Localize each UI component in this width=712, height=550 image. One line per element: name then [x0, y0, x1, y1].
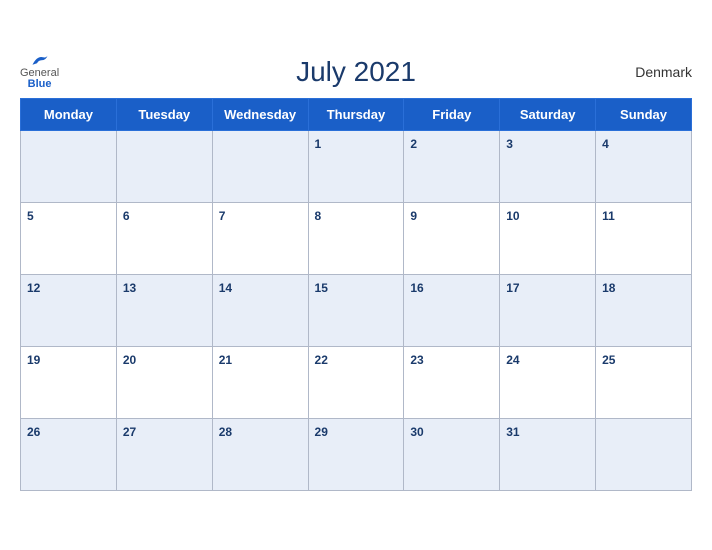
calendar-day-cell: 11 [596, 202, 692, 274]
day-number: 9 [410, 209, 417, 223]
day-number: 21 [219, 353, 232, 367]
calendar-day-cell: 10 [500, 202, 596, 274]
calendar-day-cell: 15 [308, 274, 404, 346]
calendar-day-cell: 27 [116, 418, 212, 490]
header-saturday: Saturday [500, 98, 596, 130]
day-number: 2 [410, 137, 417, 151]
calendar-day-cell: 5 [21, 202, 117, 274]
calendar-day-cell: 17 [500, 274, 596, 346]
calendar-day-cell: 20 [116, 346, 212, 418]
day-number: 24 [506, 353, 519, 367]
calendar-day-cell: 1 [308, 130, 404, 202]
calendar-day-cell [21, 130, 117, 202]
day-number: 5 [27, 209, 34, 223]
header-friday: Friday [404, 98, 500, 130]
day-number: 8 [315, 209, 322, 223]
day-number: 11 [602, 209, 615, 223]
calendar-day-cell: 22 [308, 346, 404, 418]
day-number: 12 [27, 281, 40, 295]
day-number: 17 [506, 281, 519, 295]
calendar-day-cell: 30 [404, 418, 500, 490]
day-number: 22 [315, 353, 328, 367]
calendar-day-cell: 12 [21, 274, 117, 346]
calendar-day-cell: 7 [212, 202, 308, 274]
calendar-week-row: 1 2 3 4 [21, 130, 692, 202]
calendar-day-cell: 8 [308, 202, 404, 274]
weekday-header-row: Monday Tuesday Wednesday Thursday Friday… [21, 98, 692, 130]
calendar-grid: Monday Tuesday Wednesday Thursday Friday… [20, 98, 692, 491]
header-sunday: Sunday [596, 98, 692, 130]
calendar-day-cell: 2 [404, 130, 500, 202]
day-number: 23 [410, 353, 423, 367]
calendar-day-cell [212, 130, 308, 202]
calendar-header: General Blue July 2021 Denmark [20, 50, 692, 94]
day-number: 31 [506, 425, 519, 439]
day-number: 16 [410, 281, 423, 295]
calendar-day-cell: 18 [596, 274, 692, 346]
day-number: 14 [219, 281, 232, 295]
calendar-day-cell [596, 418, 692, 490]
calendar-day-cell: 13 [116, 274, 212, 346]
day-number: 25 [602, 353, 615, 367]
calendar-day-cell: 21 [212, 346, 308, 418]
header-thursday: Thursday [308, 98, 404, 130]
header-tuesday: Tuesday [116, 98, 212, 130]
day-number: 28 [219, 425, 232, 439]
calendar-week-row: 26 27 28 29 30 31 [21, 418, 692, 490]
calendar-day-cell: 19 [21, 346, 117, 418]
day-number: 13 [123, 281, 136, 295]
calendar-week-row: 5 6 7 8 9 10 11 [21, 202, 692, 274]
calendar-title: July 2021 [20, 56, 692, 88]
day-number: 19 [27, 353, 40, 367]
calendar-day-cell: 4 [596, 130, 692, 202]
day-number: 18 [602, 281, 615, 295]
calendar-day-cell: 31 [500, 418, 596, 490]
calendar-day-cell: 28 [212, 418, 308, 490]
calendar-day-cell: 25 [596, 346, 692, 418]
calendar-wrapper: General Blue July 2021 Denmark Monday Tu… [0, 40, 712, 511]
day-number: 27 [123, 425, 136, 439]
day-number: 15 [315, 281, 328, 295]
calendar-week-row: 12 13 14 15 16 17 18 [21, 274, 692, 346]
logo-icon [31, 54, 49, 68]
country-label: Denmark [635, 64, 692, 80]
day-number: 26 [27, 425, 40, 439]
day-number: 20 [123, 353, 136, 367]
day-number: 30 [410, 425, 423, 439]
day-number: 1 [315, 137, 322, 151]
calendar-day-cell [116, 130, 212, 202]
calendar-day-cell: 29 [308, 418, 404, 490]
calendar-week-row: 19 20 21 22 23 24 25 [21, 346, 692, 418]
logo-blue-text: Blue [28, 79, 52, 90]
day-number: 3 [506, 137, 513, 151]
calendar-day-cell: 3 [500, 130, 596, 202]
header-monday: Monday [21, 98, 117, 130]
day-number: 6 [123, 209, 130, 223]
calendar-day-cell: 6 [116, 202, 212, 274]
day-number: 7 [219, 209, 226, 223]
header-wednesday: Wednesday [212, 98, 308, 130]
calendar-day-cell: 26 [21, 418, 117, 490]
day-number: 10 [506, 209, 519, 223]
calendar-day-cell: 23 [404, 346, 500, 418]
calendar-day-cell: 16 [404, 274, 500, 346]
logo-area: General Blue [20, 54, 59, 90]
calendar-day-cell: 24 [500, 346, 596, 418]
day-number: 29 [315, 425, 328, 439]
day-number: 4 [602, 137, 609, 151]
calendar-day-cell: 9 [404, 202, 500, 274]
calendar-day-cell: 14 [212, 274, 308, 346]
